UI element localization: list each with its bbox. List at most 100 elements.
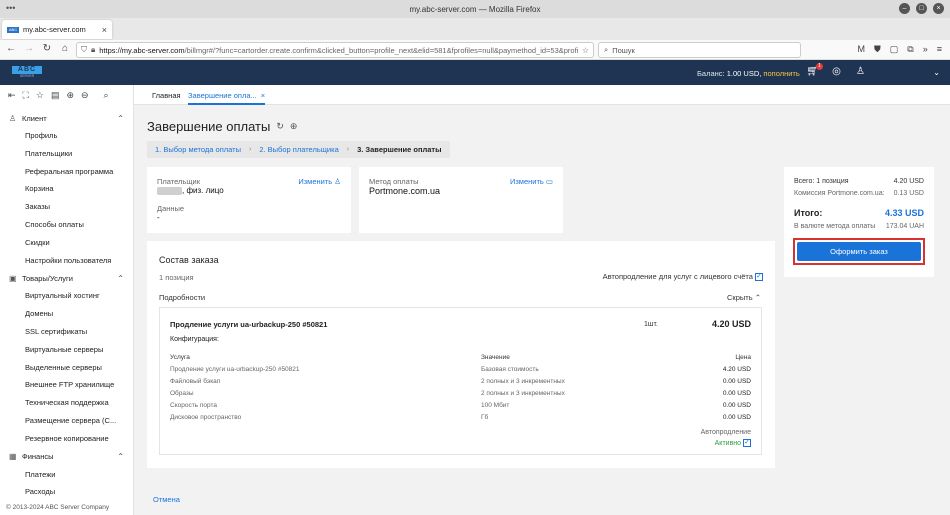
sidebar-item-payment-methods[interactable]: Способы оплаты	[0, 216, 133, 234]
lock-icon[interactable]: 🔒︎	[91, 45, 95, 55]
header-dropdown-icon[interactable]: ⌄	[933, 68, 940, 77]
order-title: Состав заказа	[159, 255, 219, 265]
svc-row-price: 0.00 USD	[722, 390, 751, 397]
data-value: -	[157, 213, 160, 222]
chevron-up-icon: ⌃	[117, 113, 124, 123]
sidebar-item-ftp-storage[interactable]: Внешнее FTP хранилище	[0, 376, 133, 394]
col-service: Услуга	[170, 354, 190, 361]
shield-icon[interactable]: ⛉	[81, 45, 87, 55]
payer-value: , физ. лицо	[157, 186, 224, 195]
place-order-button[interactable]: Оформить заказ	[797, 242, 921, 261]
order-card: Состав заказа 1 позиция Автопродление дл…	[147, 241, 775, 468]
user-icon: ♙	[9, 113, 17, 123]
window-menu-icon[interactable]: •••	[6, 3, 15, 13]
sidebar-section-finance[interactable]: ▦ Финансы ⌃	[0, 448, 133, 466]
sidebar-search-icon[interactable]: ⌕	[104, 90, 109, 100]
hide-details-toggle[interactable]: Скрыть ⌃	[727, 293, 761, 302]
payer-label: Плательщик	[157, 177, 200, 186]
change-method-link[interactable]: Изменить ▭	[510, 177, 553, 186]
page-title: Завершение оплаты ↻ ⊕	[147, 119, 298, 134]
svc-row-value: 100 Мбит	[481, 402, 510, 409]
sidebar-item-expenses[interactable]: Расходы	[0, 483, 133, 501]
sidebar-item-cart[interactable]: Корзина	[0, 180, 133, 198]
sidebar-item-referral[interactable]: Реферальная программа	[0, 163, 133, 181]
sidebar-item-domains[interactable]: Домены	[0, 305, 133, 323]
sidebar-item-discounts[interactable]: Скидки	[0, 234, 133, 252]
minimize-icon[interactable]: –	[899, 3, 910, 14]
sidebar-item-payers[interactable]: Плательщики	[0, 145, 133, 163]
sidebar-item-profile[interactable]: Профиль	[0, 127, 133, 145]
order-item: Продление услуги ua-urbackup-250 #50821 …	[159, 307, 762, 455]
close-window-icon[interactable]: ×	[933, 3, 944, 14]
app-menu-icon[interactable]: ≡	[937, 44, 942, 55]
step-payment-method[interactable]: 1. Выбор метода оплаты	[147, 141, 249, 158]
extensions-puzzle-icon[interactable]: ⧉	[907, 44, 913, 55]
expand-all-icon[interactable]: ⊕	[66, 90, 74, 100]
sidebar-item-orders[interactable]: Заказы	[0, 198, 133, 216]
config-label: Конфигурация:	[170, 336, 219, 343]
autorenew-all[interactable]: Автопродление для услуг с лицевого счёта…	[603, 272, 763, 282]
chevron-up-icon: ⌃	[754, 293, 761, 302]
forward-icon[interactable]: →	[22, 43, 36, 54]
back-icon[interactable]: ←	[4, 43, 18, 54]
payment-method-card: Метод оплаты Portmone.com.ua Изменить ▭	[359, 167, 563, 233]
item-autorenew-checkbox[interactable]: ✓	[743, 439, 751, 447]
step-payer[interactable]: 2. Выбор плательщика	[251, 141, 346, 158]
favorite-star-icon[interactable]: ☆	[36, 90, 44, 100]
sidebar-toolbar: ⇤ ⛶ ☆ ▤ ⊕ ⊖ ⌕	[0, 85, 133, 105]
globe-icon[interactable]: ⊕	[290, 121, 298, 132]
search-input[interactable]: ⌕ Пошук	[598, 42, 801, 58]
sidebar-section-client[interactable]: ♙ Клиент ⌃	[0, 109, 133, 127]
change-payer-link[interactable]: Изменить ♙	[298, 177, 341, 186]
tab-home[interactable]: Главная	[152, 91, 181, 100]
support-icon[interactable]: ◎	[830, 66, 843, 77]
method-label: Метод оплаты	[369, 177, 419, 186]
sidebar-item-backup[interactable]: Резервное копирование	[0, 430, 133, 448]
browser-tab[interactable]: ABC my.abc-server.com ×	[2, 20, 112, 39]
sidebar-item-tech-support[interactable]: Техническая поддержка	[0, 394, 133, 412]
tab-payment-completion[interactable]: Завершение опла... ×	[188, 91, 266, 105]
content-tabs: Главная Завершение опла... ×	[134, 85, 950, 105]
sidebar-item-vps[interactable]: Виртуальные серверы	[0, 341, 133, 359]
gmail-icon[interactable]: M	[858, 44, 866, 55]
bookmark-star-icon[interactable]: ☆	[582, 46, 589, 55]
sidebar-item-colocation[interactable]: Размещение сервера (C...	[0, 412, 133, 430]
cart-icon[interactable]: 🛒︎ 1	[806, 63, 823, 77]
sidebar-item-dedicated[interactable]: Выделенные серверы	[0, 359, 133, 377]
svc-row-service: Дисковое пространство	[170, 414, 242, 421]
tree-icon[interactable]: ⛶	[23, 90, 29, 100]
item-autorenew-status[interactable]: Активно ✓	[715, 439, 751, 447]
extension-icon[interactable]: ⛊	[874, 44, 881, 55]
sidebar-item-ssl[interactable]: SSL сертификаты	[0, 323, 133, 341]
breadcrumb-steps: 1. Выбор метода оплаты › 2. Выбор плател…	[147, 141, 450, 158]
commission-label: Комиссия Portmone.com.ua:	[794, 190, 885, 197]
collapse-icon[interactable]: ⇤	[8, 90, 16, 100]
topup-link[interactable]: пополнить	[763, 69, 799, 78]
overflow-chevron-icon[interactable]: »	[923, 44, 928, 55]
close-tab-icon[interactable]: ×	[102, 25, 107, 35]
user-account-icon[interactable]: ♙	[854, 66, 867, 77]
sidebar-item-payments[interactable]: Платежи	[0, 466, 133, 484]
sidebar-item-user-settings[interactable]: Настройки пользователя	[0, 252, 133, 270]
url-bar[interactable]: ⛉ 🔒︎ https://my.abc-server.com/billmgr#/…	[76, 42, 594, 58]
briefcase-icon[interactable]: ▤	[51, 90, 60, 100]
data-label: Данные	[157, 204, 185, 213]
redacted-name	[157, 186, 182, 195]
card-icon: ▭	[545, 177, 553, 186]
search-placeholder: Пошук	[612, 45, 635, 55]
autorenew-checkbox[interactable]: ✓	[755, 273, 763, 282]
pocket-icon[interactable]: ▢	[890, 44, 899, 55]
maximize-icon[interactable]: □	[916, 3, 927, 14]
sidebar-section-services[interactable]: ▣ Товары/Услуги ⌃	[0, 269, 133, 287]
close-tab-icon[interactable]: ×	[261, 91, 265, 100]
sidebar-item-virtual-hosting[interactable]: Виртуальный хостинг	[0, 287, 133, 305]
svc-row-value: Гб	[481, 414, 489, 421]
cancel-link[interactable]: Отмена	[153, 495, 180, 504]
collapse-all-icon[interactable]: ⊖	[81, 90, 89, 100]
refresh-icon[interactable]: ↻	[276, 121, 284, 132]
abc-logo[interactable]: ABC SERVER	[12, 66, 42, 79]
home-icon[interactable]: ⌂	[58, 43, 72, 54]
reload-icon[interactable]: ↻	[40, 43, 54, 54]
browser-tab-title: my.abc-server.com	[23, 25, 86, 34]
url-text[interactable]: https://my.abc-server.com/billmgr#/?func…	[99, 46, 578, 55]
